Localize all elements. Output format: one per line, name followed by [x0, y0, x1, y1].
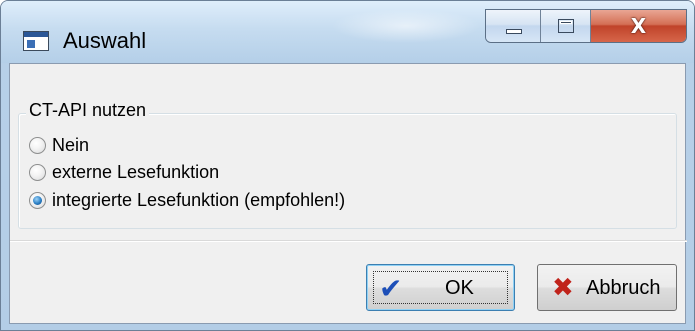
cancel-button[interactable]: ✖ Abbruch: [537, 264, 677, 311]
separator: [10, 240, 687, 242]
maximize-icon: [558, 19, 575, 33]
radio-option-nein[interactable]: Nein: [29, 133, 89, 157]
radio-button-selected[interactable]: [29, 191, 46, 209]
maximize-button[interactable]: [541, 10, 591, 42]
ok-button-label: OK: [445, 277, 474, 299]
title-bar[interactable]: Auswahl X: [1, 1, 694, 63]
window-title: Auswahl: [63, 28, 147, 53]
close-button[interactable]: X: [590, 10, 686, 42]
minimize-icon: [506, 29, 522, 34]
radio-button[interactable]: [29, 163, 46, 181]
app-icon-bar: [24, 32, 48, 37]
radio-option-externe[interactable]: externe Lesefunktion: [29, 160, 219, 184]
close-icon: X: [630, 14, 647, 38]
app-icon-body: [27, 40, 35, 48]
radio-option-integrierte[interactable]: integrierte Lesefunktion (empfohlen!): [29, 188, 345, 212]
radio-button[interactable]: [29, 136, 46, 154]
minimize-button[interactable]: [486, 10, 542, 42]
caption-buttons: X: [485, 9, 687, 43]
dialog-client-area: CT-API nutzen Nein externe Lesefunktion …: [9, 63, 687, 324]
dialog-window: Auswahl X CT-API nutzen Nein externe Les…: [0, 0, 695, 331]
title-glow: [331, 9, 481, 43]
x-icon: ✖: [552, 273, 574, 303]
radio-label: integrierte Lesefunktion (empfohlen!): [52, 189, 346, 210]
app-window-icon[interactable]: [23, 31, 49, 51]
radio-label: externe Lesefunktion: [52, 161, 220, 182]
checkmark-icon: ✔: [379, 272, 403, 305]
radio-label: Nein: [52, 134, 90, 155]
groupbox-title: CT-API nutzen: [26, 100, 150, 121]
cancel-button-label: Abbruch: [586, 277, 661, 299]
ok-button[interactable]: ✔ OK: [366, 264, 515, 311]
